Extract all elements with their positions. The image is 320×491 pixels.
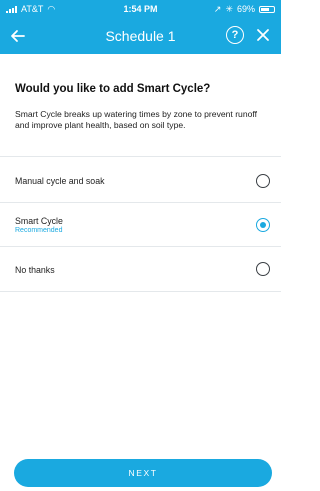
recommended-label: Recommended <box>15 227 63 234</box>
question-description: Smart Cycle breaks up watering times by … <box>15 109 258 130</box>
status-right: ↗ ✳ 69% <box>185 4 275 15</box>
status-left: AT&T ◠ <box>6 4 96 15</box>
close-icon[interactable] <box>253 24 273 46</box>
option-smart-cycle[interactable]: Smart Cycle Recommended <box>0 203 281 248</box>
option-manual-cycle[interactable]: Manual cycle and soak <box>0 157 281 202</box>
nav-bar: Schedule 1 ? <box>0 18 281 54</box>
option-no-thanks[interactable]: No thanks <box>0 247 281 292</box>
battery-icon <box>259 5 275 13</box>
status-time: 1:54 PM <box>123 4 158 14</box>
battery-label: 69% <box>236 4 255 14</box>
radio-no-thanks[interactable] <box>256 262 270 276</box>
next-button[interactable]: NEXT <box>14 459 272 487</box>
radio-manual-cycle[interactable] <box>256 174 270 188</box>
question-heading: Would you like to add Smart Cycle? <box>15 83 211 95</box>
option-label: No thanks <box>15 265 55 275</box>
carrier-label: AT&T <box>21 4 44 14</box>
signal-icon <box>6 5 17 13</box>
option-label: Smart Cycle <box>15 216 63 226</box>
location-icon: ↗ <box>213 3 222 14</box>
bluetooth-icon: ✳ <box>225 3 233 14</box>
option-label: Manual cycle and soak <box>15 176 105 186</box>
wifi-icon: ◠ <box>47 3 56 14</box>
radio-smart-cycle[interactable] <box>256 218 270 232</box>
help-icon[interactable]: ? <box>226 26 244 44</box>
divider <box>0 291 281 292</box>
status-bar: AT&T ◠ 1:54 PM ↗ ✳ 69% <box>0 0 281 18</box>
